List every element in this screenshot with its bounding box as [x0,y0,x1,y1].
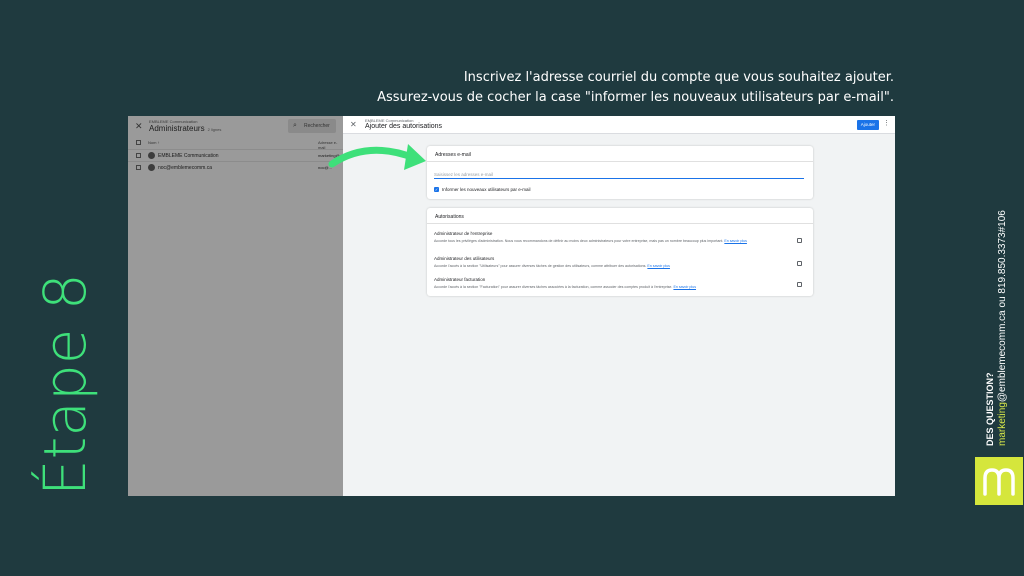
permission-desc-text: Accorde tous les privilèges d'administra… [434,239,724,243]
contact-heading: DES QUESTION? [985,372,995,446]
more-options-icon[interactable]: ⋮ [883,119,890,127]
contact-email-rest: @emblemecomm.ca ou 819.850.3373#106 [997,210,1008,403]
permission-checkbox[interactable] [797,238,802,243]
contact-details: marketing@emblemecomm.ca ou 819.850.3373… [996,210,1009,446]
contact-email-user: marketing [997,402,1008,446]
logo-m-icon [983,468,1015,496]
email-section-heading: Adresses e-mail [427,146,813,162]
permission-description: Accorde l'accès à la section "Utilisateu… [434,264,764,269]
row-checkbox[interactable] [136,153,141,158]
avatar [148,164,155,171]
panel-title: Ajouter des autorisations [365,123,443,130]
search-icon: ⌕ [293,122,297,129]
permission-description: Accorde l'accès à la section "Facturatio… [434,285,764,290]
permission-checkbox[interactable] [797,282,802,287]
instruction-line-1: Inscrivez l'adresse courriel du compte q… [463,70,894,85]
permission-desc-text: Accorde l'accès à la section "Facturatio… [434,285,673,289]
administrators-panel: ✕ EMBLEME Communication Administrateurs 2… [128,116,343,496]
permission-checkbox[interactable] [797,261,802,266]
notify-checkbox[interactable]: ✓ [434,187,439,192]
add-permissions-header: ✕ EMBLEME Communication Ajouter des auto… [343,116,895,134]
email-input[interactable]: Saisissez les adresses e-mail [434,170,804,179]
panel-title: Administrateurs 2 lignes [149,124,221,133]
permission-title: Administrateur de l'entreprise [434,231,493,236]
learn-more-link[interactable]: En savoir plus [724,239,747,243]
learn-more-link[interactable]: En savoir plus [673,285,696,289]
permission-item: Administrateur facturation Accorde l'acc… [434,277,806,290]
close-icon[interactable]: ✕ [135,121,143,132]
email-card: Adresses e-mail Saisissez les adresses e… [427,146,813,199]
notify-users-option[interactable]: ✓ Informer les nouveaux utilisateurs par… [434,187,531,192]
panel-title-text: Administrateurs [149,124,205,133]
permission-title: Administrateur facturation [434,277,486,282]
instructions: Inscrivez l'adresse courriel du compte q… [377,68,894,108]
notify-label: Informer les nouveaux utilisateurs par e… [442,187,531,192]
avatar [148,152,155,159]
table-row[interactable]: EMBLEME Communication marketing@... [128,149,343,161]
row-name: EMBLEME Communication [158,153,219,159]
administrators-header: ✕ EMBLEME Communication Administrateurs 2… [128,116,343,138]
select-all-checkbox[interactable] [136,140,141,145]
permission-desc-text: Accorde l'accès à la section "Utilisateu… [434,264,647,268]
step-title: Étape 8 [31,273,99,496]
emblem-logo [975,457,1023,505]
instruction-line-2: Assurez-vous de cocher la case "informer… [377,90,894,105]
contact-block: DES QUESTION? marketing@emblemecomm.ca o… [984,210,1009,446]
search-input[interactable]: ⌕ Rechercher [288,119,336,133]
permission-title: Administrateur des utilisateurs [434,256,495,261]
permissions-card: Autorisations Administrateur de l'entrep… [427,208,813,296]
permission-item: Administrateur de l'entreprise Accorde t… [434,231,806,244]
add-button[interactable]: Ajouter [856,120,879,130]
close-icon[interactable]: ✕ [350,120,357,129]
table-row[interactable]: noc@emblemecomm.ca noc@... [128,161,343,173]
permission-description: Accorde tous les privilèges d'administra… [434,239,764,244]
permissions-heading: Autorisations [427,208,813,224]
row-count: 2 lignes [207,127,222,132]
search-placeholder: Rechercher [304,123,330,129]
table-header: Nom ↑ Adresse e-mail [128,138,343,150]
row-name: noc@emblemecomm.ca [158,165,212,171]
column-name[interactable]: Nom ↑ [148,140,160,145]
pointer-arrow-icon [328,144,426,170]
row-checkbox[interactable] [136,165,141,170]
admin-screenshot: ✕ EMBLEME Communication Administrateurs 2… [128,116,895,496]
learn-more-link[interactable]: En savoir plus [647,264,670,268]
permission-item: Administrateur des utilisateurs Accorde … [434,256,806,269]
